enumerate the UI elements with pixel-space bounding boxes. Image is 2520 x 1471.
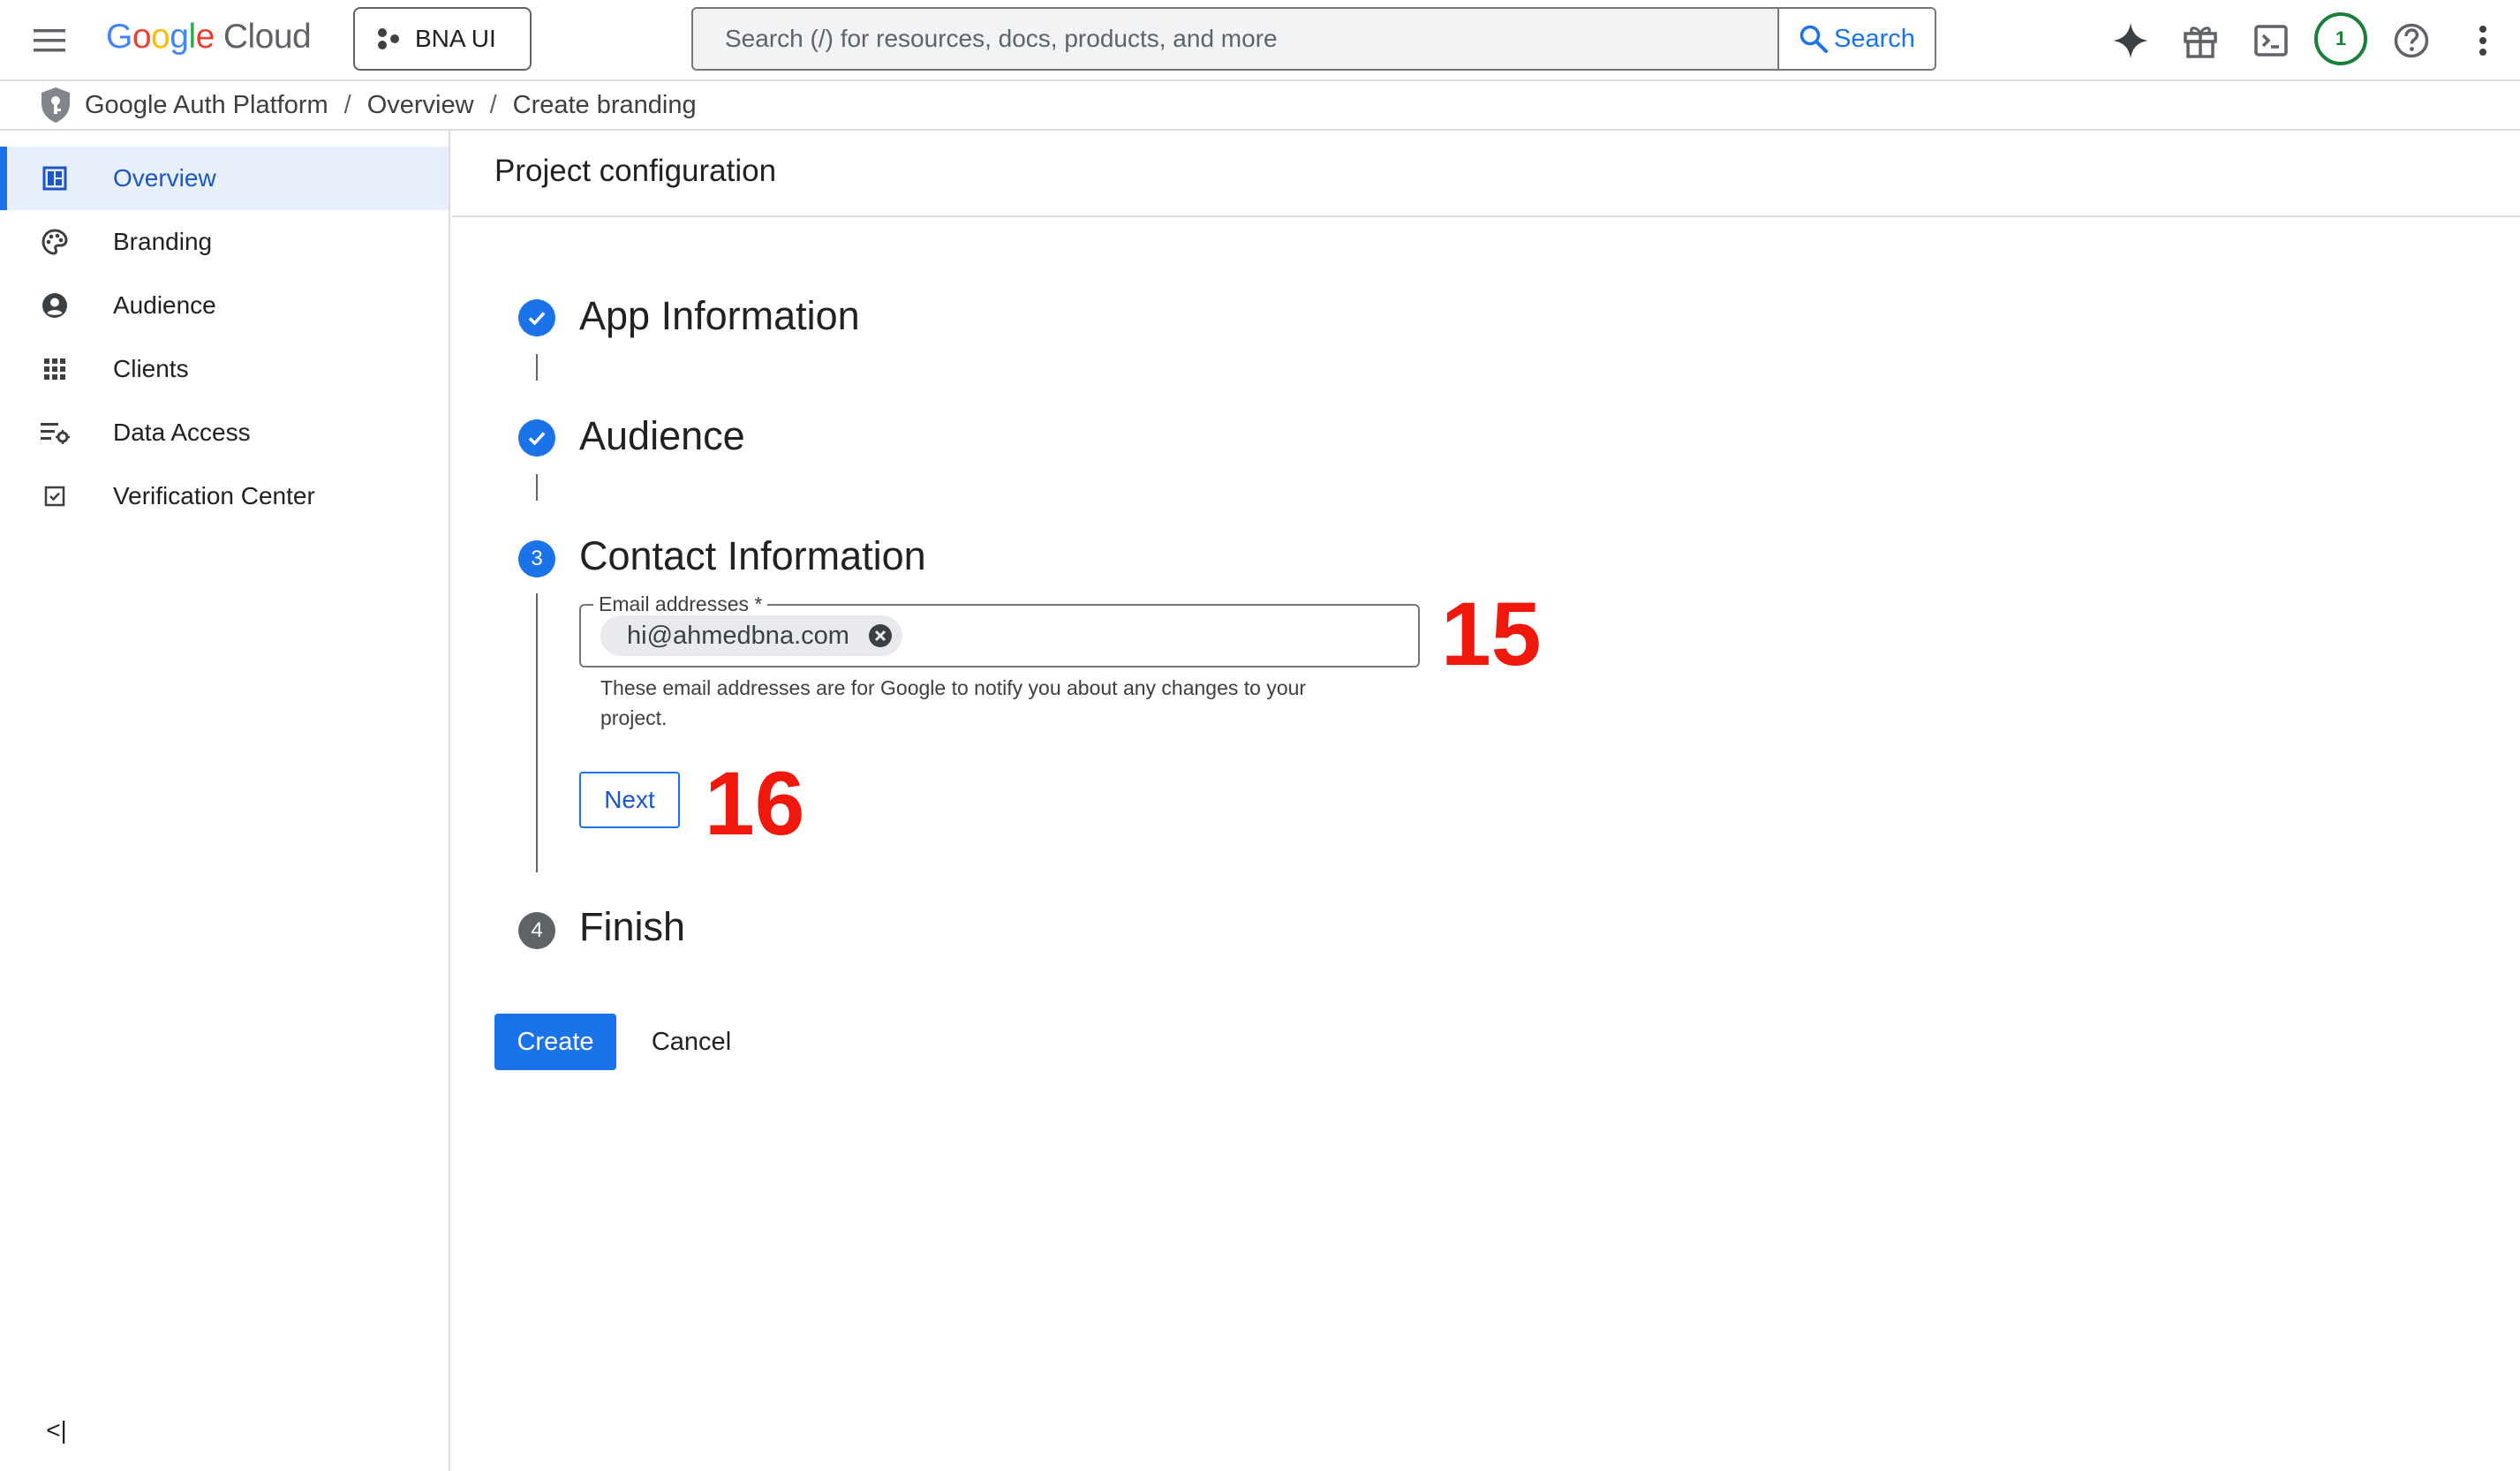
create-button[interactable]: Create — [494, 1014, 616, 1070]
project-picker-icon — [376, 26, 401, 51]
page-header: Project configuration — [452, 131, 2520, 217]
breadcrumb-separator: / — [489, 90, 497, 119]
breadcrumb: Google Auth Platform / Overview / Create… — [0, 81, 2520, 131]
project-name: BNA UI — [415, 25, 496, 52]
cloud-shell-icon[interactable] — [2246, 16, 2296, 65]
page-title: Project configuration — [494, 154, 777, 188]
gemini-sparkle-icon[interactable] — [2106, 16, 2155, 65]
step-title-app-information[interactable]: App Information — [579, 293, 860, 339]
search-input[interactable] — [693, 9, 1777, 69]
menu-icon[interactable] — [25, 16, 74, 65]
email-addresses-label: Email addresses * — [593, 592, 768, 616]
logo-google: Google — [106, 18, 215, 56]
data-access-icon — [39, 417, 71, 449]
dashboard-icon — [39, 162, 71, 194]
sidebar-item-audience[interactable]: Audience — [0, 274, 449, 337]
step-connector — [536, 593, 538, 872]
search-button[interactable]: Search — [1777, 9, 1935, 69]
email-chip: hi@ahmedbna.com — [600, 615, 902, 656]
project-picker-button[interactable]: BNA UI — [353, 7, 532, 71]
breadcrumb-item-create-branding: Create branding — [512, 90, 697, 119]
step-title-finish: Finish — [579, 904, 686, 949]
sidebar-item-data-access[interactable]: Data Access — [0, 401, 449, 464]
cancel-button[interactable]: Cancel — [636, 1014, 747, 1070]
collapse-sidebar-icon[interactable]: <| — [39, 1413, 74, 1448]
account-circle-icon — [39, 290, 71, 321]
next-button[interactable]: Next — [579, 772, 680, 828]
breadcrumb-separator: / — [343, 90, 351, 119]
notification-count-badge[interactable]: 1 — [2314, 12, 2367, 65]
step-completed-check-icon — [518, 299, 555, 336]
sidebar-item-overview[interactable]: Overview — [0, 147, 449, 210]
sidebar-item-clients[interactable]: Clients — [0, 337, 449, 401]
sidebar: Overview Branding Audience Clients Data … — [0, 131, 450, 1471]
breadcrumb-item-google-auth-platform[interactable]: Google Auth Platform — [85, 91, 328, 120]
step-number: 3 — [531, 547, 543, 570]
sidebar-item-label: Data Access — [113, 419, 251, 446]
sidebar-item-label: Audience — [113, 291, 216, 319]
palette-icon — [39, 226, 71, 258]
remove-chip-icon[interactable] — [867, 622, 894, 649]
collapse-sidebar-label: <| — [46, 1416, 67, 1444]
gift-icon[interactable] — [2176, 16, 2225, 65]
annotation-marker: 15 — [1441, 584, 1542, 684]
step-connector — [536, 354, 538, 381]
verification-icon — [39, 480, 71, 512]
sidebar-item-verification-center[interactable]: Verification Center — [0, 464, 449, 528]
sidebar-item-label: Verification Center — [113, 482, 315, 509]
step-connector — [536, 474, 538, 501]
notification-count: 1 — [2335, 27, 2347, 49]
sidebar-item-branding[interactable]: Branding — [0, 210, 449, 274]
sidebar-item-label: Clients — [113, 355, 189, 382]
step-title-audience[interactable]: Audience — [579, 413, 745, 459]
email-chip-label: hi@ahmedbna.com — [627, 621, 849, 650]
help-icon[interactable] — [2387, 16, 2436, 65]
step-completed-check-icon — [518, 419, 555, 456]
step-number-badge: 3 — [518, 540, 555, 577]
apps-grid-icon — [39, 353, 71, 385]
step-number-badge: 4 — [518, 912, 555, 949]
search-icon — [1799, 24, 1829, 54]
more-vert-icon[interactable] — [2458, 16, 2508, 65]
logo-cloud: Cloud — [223, 18, 312, 56]
email-hint-text: These email addresses are for Google to … — [600, 676, 1307, 729]
breadcrumb-item-overview[interactable]: Overview — [367, 91, 474, 120]
annotation-marker: 16 — [705, 753, 805, 854]
sidebar-item-label: Overview — [113, 164, 216, 192]
auth-platform-shield-icon — [39, 86, 72, 124]
google-cloud-logo[interactable]: Google Cloud — [106, 18, 312, 60]
sidebar-item-label: Branding — [113, 228, 213, 255]
step-title-contact-information: Contact Information — [579, 533, 926, 578]
email-addresses-field[interactable]: Email addresses * hi@ahmedbna.com — [579, 592, 1420, 668]
search-button-label: Search — [1834, 24, 1915, 53]
search-bar: Search — [691, 7, 1936, 71]
step-number: 4 — [531, 918, 543, 942]
top-app-bar: Google Cloud BNA UI Search 1 — [0, 0, 2520, 81]
